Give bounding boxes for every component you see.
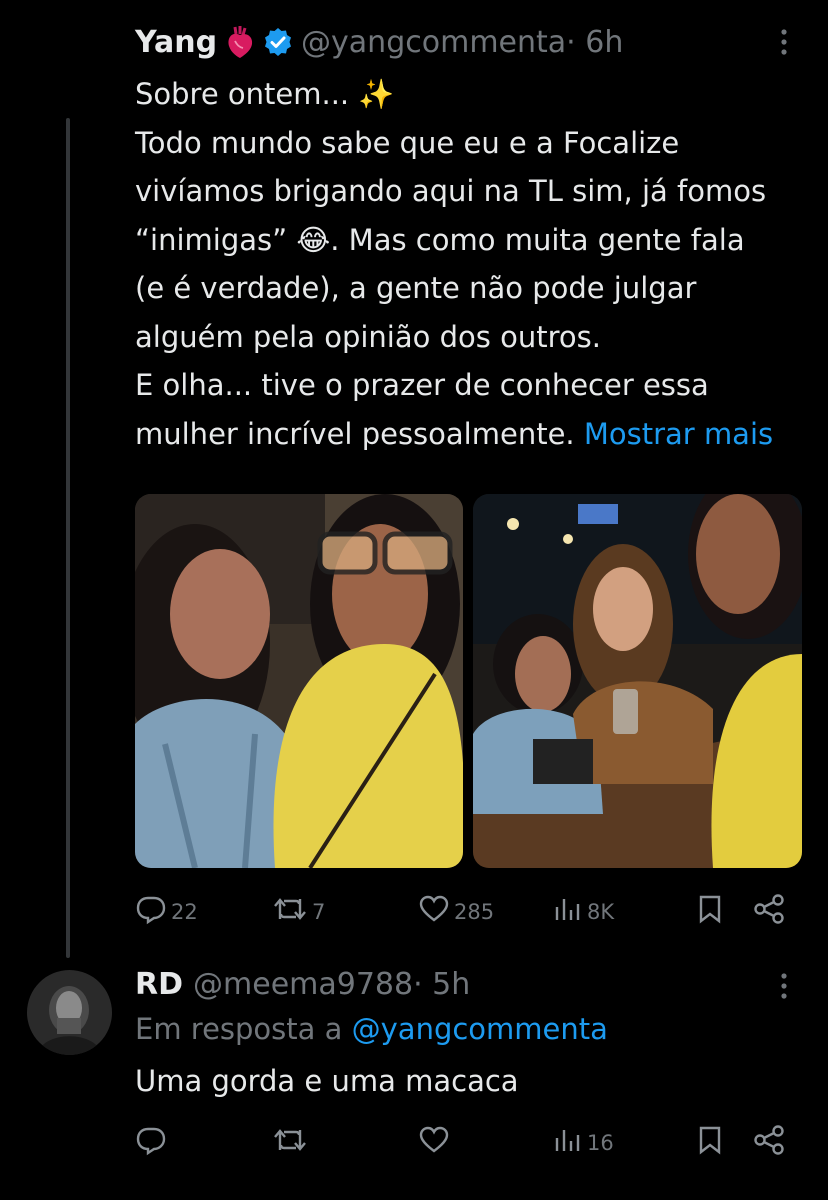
share-icon: [752, 1124, 786, 1161]
anatomical-heart-icon: [225, 25, 255, 59]
retweet-icon: [272, 893, 308, 930]
more-options-icon[interactable]: [772, 28, 796, 56]
bookmark-button[interactable]: [695, 893, 725, 930]
in-reply-to-prefix: Em resposta a: [135, 1012, 352, 1046]
reply-text: Uma gorda e uma macaca: [135, 1064, 519, 1098]
tweet-time[interactable]: · 6h: [566, 25, 623, 60]
thread-line: [66, 118, 70, 958]
views-icon: [553, 1124, 583, 1161]
reply-share-button[interactable]: [752, 1124, 786, 1161]
reply-count: 22: [171, 899, 198, 924]
tweet-photo-1[interactable]: [135, 494, 463, 868]
reply-header: RD @meema9788 · 5h: [135, 964, 470, 1004]
reply-views-button[interactable]: 16: [553, 1124, 614, 1161]
retweet-button[interactable]: 7: [272, 893, 325, 930]
reply-time[interactable]: · 5h: [413, 967, 470, 1002]
reply-icon: [135, 1124, 167, 1161]
tweet-photo-2[interactable]: [473, 494, 802, 868]
like-icon: [418, 893, 450, 930]
share-button[interactable]: [752, 893, 786, 930]
avatar[interactable]: [27, 970, 112, 1055]
like-icon: [418, 1124, 450, 1161]
retweet-count: 7: [312, 899, 326, 924]
tweet-text-body1: Todo mundo sabe que eu e a Focalize viví…: [135, 125, 767, 354]
reply-bookmark-button[interactable]: [695, 1124, 725, 1161]
reply-author-name[interactable]: RD: [135, 967, 183, 1002]
author-name[interactable]: Yang: [135, 25, 217, 60]
views-icon: [553, 893, 583, 930]
bookmark-icon: [695, 1124, 725, 1161]
tweet-text-line1: Sobre ontem... ✨: [135, 77, 395, 111]
reply-author-handle[interactable]: @meema9788: [193, 967, 413, 1002]
views-count: 8K: [587, 899, 615, 924]
reply-more-options-icon[interactable]: [772, 972, 796, 1000]
reply-like-button[interactable]: [418, 1124, 450, 1161]
tweet-text: Sobre ontem... ✨ Todo mundo sabe que eu …: [135, 70, 775, 458]
views-button[interactable]: 8K: [553, 893, 614, 930]
retweet-icon: [272, 1124, 308, 1161]
author-handle[interactable]: @yangcommenta: [301, 25, 566, 60]
reply-retweet-button[interactable]: [272, 1124, 308, 1161]
verified-badge-icon: [263, 27, 293, 57]
reply-views-count: 16: [587, 1130, 614, 1155]
in-reply-to-handle[interactable]: @yangcommenta: [352, 1012, 608, 1046]
tweet-header: Yang @yangcommenta · 6h: [135, 22, 623, 62]
reply-icon: [135, 893, 167, 930]
like-button[interactable]: 285: [418, 893, 494, 930]
reply-reply-button[interactable]: [135, 1124, 167, 1161]
show-more-link[interactable]: Mostrar mais: [584, 417, 773, 451]
share-icon: [752, 893, 786, 930]
reply-button[interactable]: 22: [135, 893, 198, 930]
like-count: 285: [454, 899, 495, 924]
bookmark-icon: [695, 893, 725, 930]
in-reply-to: Em resposta a @yangcommenta: [135, 1012, 608, 1046]
